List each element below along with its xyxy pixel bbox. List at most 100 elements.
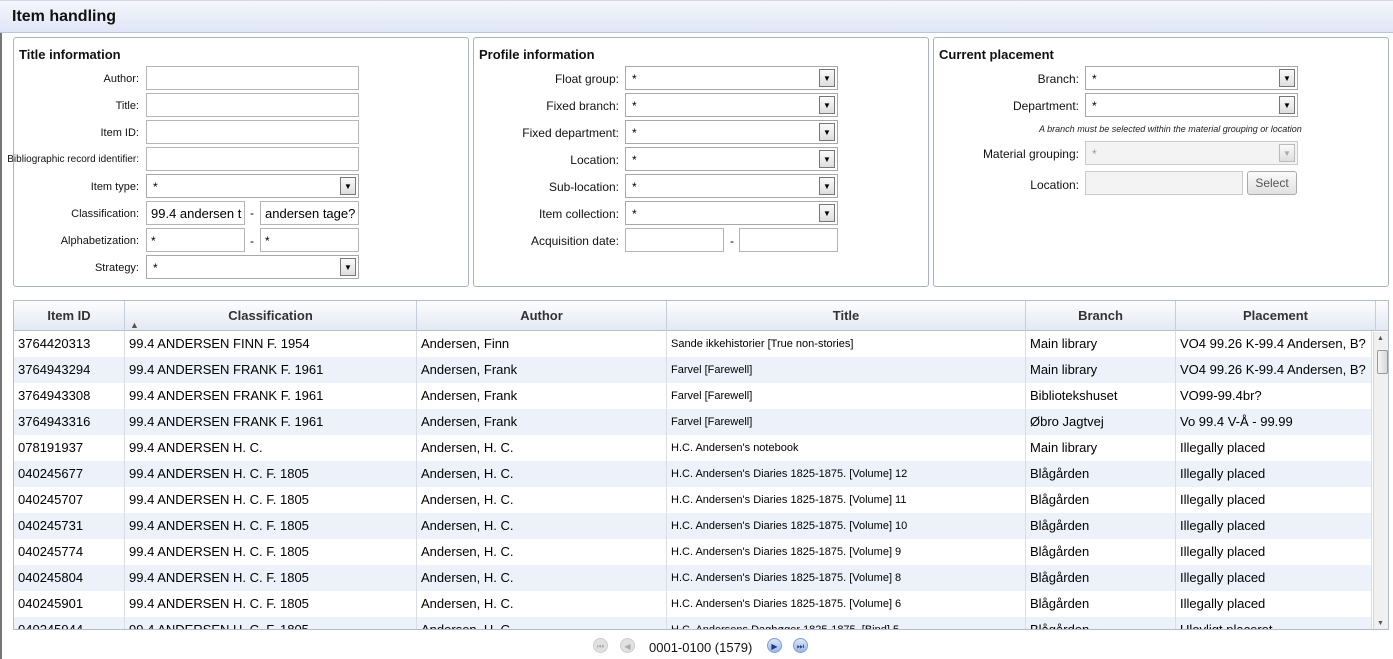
branch-cell: Main library bbox=[1026, 331, 1176, 357]
page-info: 0001-0100 (1579) bbox=[649, 640, 753, 655]
chevron-down-icon[interactable]: ▼ bbox=[819, 123, 835, 141]
branch-cell: Blågården bbox=[1026, 617, 1176, 629]
column-header-item-id[interactable]: Item ID bbox=[14, 301, 125, 331]
department-select[interactable]: * ▼ bbox=[1085, 93, 1298, 117]
previous-page-icon[interactable]: ◀ bbox=[620, 638, 635, 653]
column-header-author[interactable]: Author bbox=[417, 301, 667, 331]
item-collection-value: * bbox=[632, 207, 637, 221]
chevron-down-icon[interactable]: ▼ bbox=[340, 177, 356, 195]
table-row[interactable]: 078191937 99.4 ANDERSEN H. C. Andersen, H.… bbox=[14, 435, 1372, 461]
column-header-title[interactable]: Title bbox=[667, 301, 1026, 331]
branch-note: A branch must be selected within the mat… bbox=[1039, 124, 1302, 134]
next-page-icon[interactable]: ▶ bbox=[767, 638, 782, 653]
left-border bbox=[0, 33, 2, 659]
column-header-branch[interactable]: Branch bbox=[1026, 301, 1176, 331]
branch-cell: Blågården bbox=[1026, 539, 1176, 565]
sub-location-select[interactable]: * ▼ bbox=[625, 174, 838, 198]
classification-cell: 99.4 ANDERSEN H. C. bbox=[125, 435, 417, 461]
item-id-input[interactable] bbox=[146, 120, 359, 144]
item-id-cell: 040245944 bbox=[14, 617, 125, 629]
chevron-down-icon[interactable]: ▼ bbox=[1279, 69, 1295, 87]
branch-select[interactable]: * ▼ bbox=[1085, 66, 1298, 90]
column-header-classification[interactable]: ▲ Classification bbox=[125, 301, 417, 331]
table-row[interactable]: 040245804 99.4 ANDERSEN H. C. F. 1805 Ande… bbox=[14, 565, 1372, 591]
item-id-cell: 3764943316 bbox=[14, 409, 125, 435]
title-cell: Farvel [Farewell] bbox=[667, 357, 1026, 383]
title-cell: H.C. Andersen's Diaries 1825-1875. [Volu… bbox=[667, 513, 1026, 539]
sub-location-value: * bbox=[632, 180, 637, 194]
title-cell: Farvel [Farewell] bbox=[667, 409, 1026, 435]
item-id-label: Item ID: bbox=[100, 127, 139, 139]
column-header-placement[interactable]: Placement bbox=[1176, 301, 1376, 331]
window-titlebar: Item handling bbox=[0, 0, 1393, 33]
author-cell: Andersen, Finn bbox=[417, 331, 667, 357]
table-row[interactable]: 3764943294 99.4 ANDERSEN FRANK F. 1961 And… bbox=[14, 357, 1372, 383]
location-select[interactable]: * ▼ bbox=[625, 147, 838, 171]
author-cell: Andersen, Frank bbox=[417, 357, 667, 383]
fixed-branch-value: * bbox=[632, 99, 637, 113]
table-row[interactable]: 3764943308 99.4 ANDERSEN FRANK F. 1961 And… bbox=[14, 383, 1372, 409]
vertical-scrollbar[interactable]: ▲ ▼ bbox=[1373, 332, 1388, 629]
placement-cell: Illegally placed bbox=[1176, 513, 1372, 539]
alphabetization-to-input[interactable]: * bbox=[260, 228, 359, 252]
alphabetization-from-input[interactable]: * bbox=[146, 228, 245, 252]
fixed-department-select[interactable]: * ▼ bbox=[625, 120, 838, 144]
bibliographic-record-input[interactable] bbox=[146, 147, 359, 171]
branch-cell: Blågården bbox=[1026, 487, 1176, 513]
strategy-select[interactable]: * ▼ bbox=[146, 255, 359, 279]
table-row[interactable]: 040245677 99.4 ANDERSEN H. C. F. 1805 Ande… bbox=[14, 461, 1372, 487]
placement-cell: Illegally placed bbox=[1176, 591, 1372, 617]
item-collection-label: Item collection: bbox=[538, 207, 619, 221]
title-information-panel: Title information Author: Title: Item ID… bbox=[7, 37, 469, 287]
classification-to-input[interactable]: andersen tage? bbox=[260, 201, 359, 225]
item-type-label: Item type: bbox=[90, 181, 139, 193]
alphabetization-label: Alphabetization: bbox=[60, 235, 139, 247]
table-row[interactable]: 040245731 99.4 ANDERSEN H. C. F. 1805 Ande… bbox=[14, 513, 1372, 539]
chevron-down-icon[interactable]: ▼ bbox=[819, 150, 835, 168]
chevron-down-icon[interactable]: ▼ bbox=[340, 258, 356, 276]
chevron-down-icon[interactable]: ▼ bbox=[1279, 144, 1295, 162]
table-row[interactable]: 040245707 99.4 ANDERSEN H. C. F. 1805 Ande… bbox=[14, 487, 1372, 513]
table-row[interactable]: 040245901 99.4 ANDERSEN H. C. F. 1805 Ande… bbox=[14, 591, 1372, 617]
last-page-icon[interactable]: ⏭ bbox=[793, 638, 808, 653]
chevron-down-icon[interactable]: ▼ bbox=[819, 204, 835, 222]
acquisition-date-to-input[interactable] bbox=[739, 228, 838, 252]
float-group-select[interactable]: * ▼ bbox=[625, 66, 838, 90]
material-grouping-select[interactable]: * ▼ bbox=[1085, 141, 1298, 165]
department-label: Department: bbox=[1012, 99, 1079, 113]
column-header-classification-label: Classification bbox=[228, 308, 313, 323]
title-cell: Sande ikkehistorier [True non-stories] bbox=[667, 331, 1026, 357]
first-page-icon[interactable]: ⏮ bbox=[593, 638, 608, 653]
scroll-thumb[interactable] bbox=[1377, 350, 1388, 374]
location-value: * bbox=[632, 153, 637, 167]
fixed-branch-select[interactable]: * ▼ bbox=[625, 93, 838, 117]
chevron-down-icon[interactable]: ▼ bbox=[819, 69, 835, 87]
placement-cell: VO4 99.26 K-99.4 Andersen, B? bbox=[1176, 331, 1372, 357]
table-row[interactable]: 3764943316 99.4 ANDERSEN FRANK F. 1961 And… bbox=[14, 409, 1372, 435]
branch-cell: Øbro Jagtvej bbox=[1026, 409, 1176, 435]
table-row[interactable]: 3764420313 99.4 ANDERSEN FINN F. 1954 Ande… bbox=[14, 331, 1372, 357]
author-input[interactable] bbox=[146, 66, 359, 90]
scroll-down-icon[interactable]: ▼ bbox=[1377, 620, 1384, 627]
chevron-down-icon[interactable]: ▼ bbox=[819, 177, 835, 195]
item-collection-select[interactable]: * ▼ bbox=[625, 201, 838, 225]
scroll-up-icon[interactable]: ▲ bbox=[1377, 335, 1384, 342]
classification-from-input[interactable]: 99.4 andersen t bbox=[146, 201, 245, 225]
author-cell: Andersen, H. C. bbox=[417, 591, 667, 617]
select-button[interactable]: Select bbox=[1247, 171, 1297, 195]
table-row[interactable]: 040245774 99.4 ANDERSEN H. C. F. 1805 Ande… bbox=[14, 539, 1372, 565]
placement-cell: Vo 99.4 V-Å - 99.99 bbox=[1176, 409, 1372, 435]
item-id-cell: 040245731 bbox=[14, 513, 125, 539]
table-row[interactable]: 040245944 99.4 ANDERSEN H. C. F. 1805 Ande… bbox=[14, 617, 1372, 629]
title-input[interactable] bbox=[146, 93, 359, 117]
item-type-select[interactable]: * ▼ bbox=[146, 174, 359, 198]
item-id-cell: 3764943308 bbox=[14, 383, 125, 409]
chevron-down-icon[interactable]: ▼ bbox=[819, 96, 835, 114]
placement-cell: Illegally placed bbox=[1176, 461, 1372, 487]
acquisition-date-from-input[interactable] bbox=[625, 228, 724, 252]
sub-location-label: Sub-location: bbox=[548, 180, 619, 194]
placement-cell: Illegally placed bbox=[1176, 487, 1372, 513]
placement-location-input[interactable] bbox=[1085, 171, 1243, 195]
chevron-down-icon[interactable]: ▼ bbox=[1279, 96, 1295, 114]
float-group-label: Float group: bbox=[554, 72, 619, 86]
